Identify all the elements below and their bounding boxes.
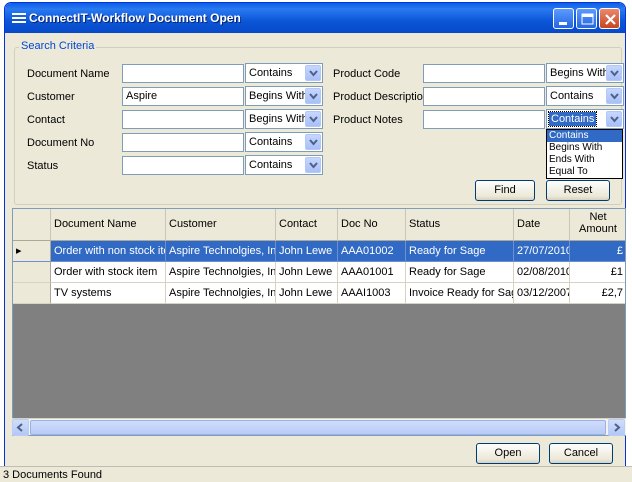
customer-input[interactable]: Aspire (122, 87, 244, 106)
cell-doc-no[interactable]: AAAI1003 (338, 283, 406, 304)
chevron-down-icon[interactable] (606, 111, 622, 127)
operator-dropdown-list: Contains Begins With Ends With Equal To (546, 129, 623, 179)
cell-net-amount[interactable]: £1 (570, 262, 625, 283)
cell-net-amount[interactable]: £2,7 (570, 283, 625, 304)
product-description-input[interactable] (423, 87, 545, 106)
column-header-net-amount[interactable]: Net Amount (570, 209, 625, 241)
product-code-input[interactable] (423, 64, 545, 83)
status-operator-value: Contains (249, 159, 293, 171)
table-row[interactable]: ▸ Order with non stock item Aspire Techn… (13, 241, 625, 262)
chevron-down-icon[interactable] (606, 88, 622, 104)
reset-button[interactable]: Reset (546, 180, 610, 201)
column-header-document-name[interactable]: Document Name (51, 209, 166, 241)
status-bar: 3 Documents Found (0, 466, 632, 482)
horizontal-scrollbar[interactable] (12, 418, 626, 436)
row-selector-marker[interactable]: ▸ (13, 241, 51, 262)
product-code-operator-value: Begins With (550, 67, 609, 79)
window-menu-icon[interactable] (11, 11, 27, 25)
cell-net-amount[interactable]: £ (570, 241, 625, 262)
chevron-down-icon[interactable] (305, 134, 321, 150)
table-row[interactable]: TV systems Aspire Technolgies, Inc. John… (13, 283, 625, 304)
minimize-button[interactable] (553, 8, 574, 29)
cell-document-name[interactable]: Order with stock item (51, 262, 166, 283)
cell-status[interactable]: Ready for Sage (406, 262, 514, 283)
document-name-label: Document Name (27, 68, 110, 80)
close-button[interactable] (599, 8, 620, 29)
column-header-rowselector (13, 209, 51, 241)
contact-operator-value: Begins With (249, 113, 308, 125)
cell-customer[interactable]: Aspire Technolgies, Inc. (166, 262, 276, 283)
product-description-operator-select[interactable]: Contains (546, 86, 624, 106)
cell-date[interactable]: 03/12/2007 (514, 283, 570, 304)
document-no-operator-select[interactable]: Contains (245, 132, 323, 152)
column-header-doc-no[interactable]: Doc No (338, 209, 406, 241)
product-notes-label: Product Notes (333, 114, 403, 126)
column-header-customer[interactable]: Customer (166, 209, 276, 241)
document-name-operator-select[interactable]: Contains (245, 63, 323, 83)
cell-contact[interactable]: John Lewe (276, 262, 338, 283)
customer-operator-select[interactable]: Begins With (245, 86, 323, 106)
customer-label: Customer (27, 91, 75, 103)
document-name-operator-value: Contains (249, 67, 293, 79)
scroll-right-button[interactable] (608, 419, 625, 436)
product-notes-operator-value: Contains (547, 111, 598, 127)
status-operator-select[interactable]: Contains (245, 155, 323, 175)
cell-contact[interactable]: John Lewe (276, 241, 338, 262)
cancel-button[interactable]: Cancel (549, 443, 613, 464)
row-selector-marker[interactable] (13, 283, 51, 304)
cell-customer[interactable]: Aspire Technolgies, Inc. (166, 241, 276, 262)
cell-document-name[interactable]: Order with non stock item (51, 241, 166, 262)
table-row[interactable]: Order with stock item Aspire Technolgies… (13, 262, 625, 283)
scroll-thumb[interactable] (30, 420, 606, 435)
cell-document-name[interactable]: TV systems (51, 283, 166, 304)
product-description-operator-value: Contains (550, 90, 594, 102)
document-name-input[interactable] (122, 64, 244, 83)
product-notes-operator-select[interactable]: Contains (546, 109, 624, 129)
cell-date[interactable]: 02/08/2010 (514, 262, 570, 283)
cell-status[interactable]: Invoice Ready for Sage (406, 283, 514, 304)
customer-operator-value: Begins With (249, 90, 308, 102)
contact-input[interactable] (122, 110, 244, 129)
chevron-down-icon[interactable] (606, 65, 622, 81)
column-header-date[interactable]: Date (514, 209, 570, 241)
status-text: 3 Documents Found (3, 469, 103, 481)
chevron-down-icon[interactable] (305, 65, 321, 81)
dropdown-option-begins-with[interactable]: Begins With (547, 142, 622, 154)
contact-operator-select[interactable]: Begins With (245, 109, 323, 129)
chevron-down-icon[interactable] (305, 111, 321, 127)
window-title: ConnectIT-Workflow Document Open (29, 11, 241, 25)
cell-customer[interactable]: Aspire Technolgies, Inc. (166, 283, 276, 304)
product-description-label: Product Description (333, 91, 429, 103)
chevron-down-icon[interactable] (305, 88, 321, 104)
dropdown-option-contains[interactable]: Contains (547, 130, 622, 142)
status-label: Status (27, 160, 59, 172)
cell-doc-no[interactable]: AAA01002 (338, 241, 406, 262)
cell-date[interactable]: 27/07/2010 (514, 241, 570, 262)
column-header-contact[interactable]: Contact (276, 209, 338, 241)
chevron-down-icon[interactable] (305, 157, 321, 173)
dropdown-option-ends-with[interactable]: Ends With (547, 154, 622, 166)
grid-header: Document Name Customer Contact Doc No St… (13, 209, 625, 241)
cell-doc-no[interactable]: AAA01001 (338, 262, 406, 283)
document-no-input[interactable] (122, 133, 244, 152)
product-code-label: Product Code (333, 68, 401, 80)
cell-contact[interactable]: John Lewe (276, 283, 338, 304)
title-bar[interactable]: ConnectIT-Workflow Document Open (5, 3, 625, 33)
dropdown-option-equal-to[interactable]: Equal To (547, 166, 622, 178)
maximize-button[interactable] (576, 8, 597, 29)
contact-label: Contact (27, 114, 65, 126)
row-selector-marker[interactable] (13, 262, 51, 283)
status-input[interactable] (122, 156, 244, 175)
cell-status[interactable]: Ready for Sage (406, 241, 514, 262)
scroll-left-button[interactable] (12, 419, 29, 436)
document-no-label: Document No (27, 137, 95, 149)
search-criteria-legend: Search Criteria (19, 40, 97, 52)
product-notes-input[interactable] (423, 110, 545, 129)
documents-grid[interactable]: Document Name Customer Contact Doc No St… (12, 208, 626, 436)
column-header-status[interactable]: Status (406, 209, 514, 241)
find-button[interactable]: Find (475, 180, 535, 201)
open-button[interactable]: Open (476, 443, 540, 464)
product-code-operator-select[interactable]: Begins With (546, 63, 624, 83)
document-no-operator-value: Contains (249, 136, 293, 148)
